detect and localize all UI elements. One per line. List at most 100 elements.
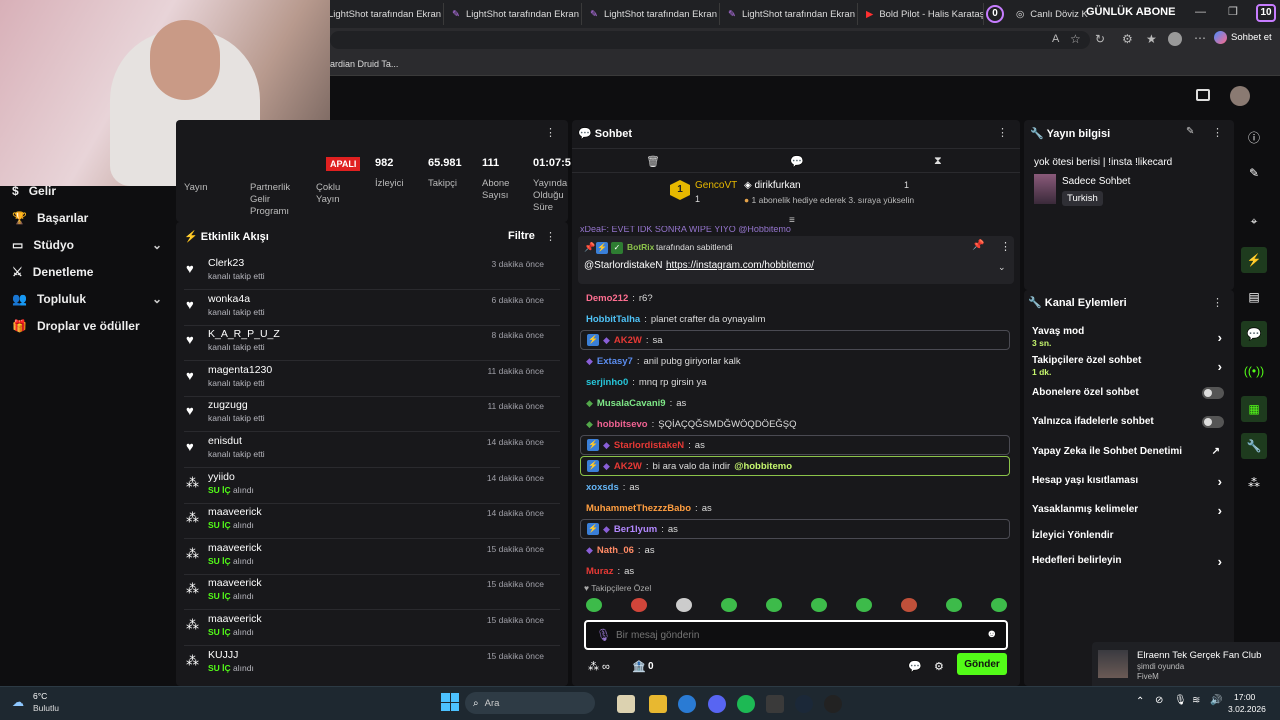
more-vertical-icon[interactable]: ⋮	[1000, 240, 1011, 253]
gear-icon[interactable]: ⚙	[934, 660, 944, 673]
sidebar-item-topluluk[interactable]: 👥 Topluluk ⌄	[12, 292, 162, 306]
channel-action-row[interactable]: Yalnızca ifadelerle sohbet	[1032, 416, 1224, 428]
read-aloud-icon[interactable]: A	[1052, 33, 1059, 45]
more-vertical-icon[interactable]: ⋮	[545, 126, 556, 139]
broadcast-icon[interactable]: ((•))	[1241, 358, 1267, 384]
discord-icon[interactable]	[708, 695, 726, 713]
activity-row[interactable]: ⁂ maaveerick SU İÇ alındı 15 dakika önce	[176, 574, 560, 611]
minimize-icon[interactable]: —	[1195, 6, 1206, 18]
chat-username[interactable]: serjinho0	[586, 377, 628, 388]
collapse-icon[interactable]: ≡	[789, 215, 795, 226]
sidebar-item-gelir[interactable]: $ Gelir	[12, 184, 162, 198]
file-explorer-icon[interactable]	[617, 695, 635, 713]
gifter-other[interactable]: ◈ dirikfurkan	[744, 180, 801, 191]
activity-username[interactable]: wonka4a	[208, 293, 250, 305]
url-field[interactable]	[330, 31, 1090, 49]
send-button[interactable]: Gönder	[957, 653, 1007, 675]
trash-icon[interactable]: 🗑	[646, 155, 660, 168]
bookmark-item[interactable]: ardian Druid Ta...	[330, 59, 398, 69]
activity-row[interactable]: ⁂ maaveerick SU İÇ alındı 15 dakika önce	[176, 610, 560, 646]
emote-icon[interactable]	[811, 598, 827, 612]
emote-icon[interactable]	[721, 598, 737, 612]
chat-message[interactable]: Demo212: r6?	[580, 288, 1010, 308]
activity-username[interactable]: maaveerick	[208, 506, 262, 518]
chat-message[interactable]: ◆ Nath_06: as	[580, 540, 1010, 560]
toggle-switch[interactable]	[1202, 387, 1224, 399]
star-icon[interactable]: ☆	[1070, 32, 1081, 46]
emote-icon[interactable]	[991, 598, 1007, 612]
network-icon[interactable]: ⊘	[1155, 695, 1163, 706]
emote-icon[interactable]	[856, 598, 872, 612]
chat-username[interactable]: Nath_06	[597, 545, 634, 556]
folder-icon[interactable]	[649, 695, 667, 713]
activity-username[interactable]: magenta1230	[208, 364, 272, 376]
clock-time[interactable]: 17:00	[1234, 692, 1255, 702]
category-thumbnail[interactable]	[1034, 174, 1056, 204]
channel-action-row[interactable]: İzleyici Yönlendir	[1032, 530, 1224, 541]
refresh-icon[interactable]: ↻	[1095, 32, 1105, 46]
chat-message[interactable]: ⚡ ◆ Ber1lyum: as	[580, 519, 1010, 539]
sidebar-item-droplar[interactable]: 🎁 Droplar ve ödüller	[12, 319, 162, 333]
edit-icon[interactable]: ✎	[1186, 126, 1194, 137]
emote-icon[interactable]	[676, 598, 692, 612]
activity-username[interactable]: maaveerick	[208, 613, 262, 625]
bolt-icon[interactable]: ⚡	[1241, 247, 1267, 273]
channel-action-row[interactable]: Abonelere özel sohbet	[1032, 387, 1224, 399]
focus-icon[interactable]: ⌖	[1241, 208, 1267, 234]
taskbar-search[interactable]: ⌕ Ara	[465, 692, 595, 714]
chat-message[interactable]: ◆ Extasy7: anil pubg giriyorlar kalk	[580, 351, 1010, 371]
chat-username[interactable]: MuhammetThezzzBabo	[586, 503, 691, 514]
activity-row[interactable]: ♥ Clerk23 kanalı takip etti 3 dakika önc…	[176, 254, 560, 290]
channel-points-icon[interactable]: ⁂ ∞	[588, 660, 610, 673]
channel-action-row[interactable]: Hesap yaşı kısıtlaması ›	[1032, 474, 1224, 489]
chat-username[interactable]: AK2W	[614, 461, 642, 472]
chevron-up-icon[interactable]: ⌃	[1136, 696, 1144, 707]
browser-tab[interactable]: ◎ Canlı Döviz Kurları	[1008, 3, 1088, 25]
channel-action-row[interactable]: Yavaş mod 3 sn. ›	[1032, 326, 1224, 348]
browser-tab[interactable]: LightShot tarafından Ekran G✕	[320, 3, 444, 25]
emote-icon[interactable]	[631, 598, 647, 612]
sidebar-item-basarilar[interactable]: 🏆 Başarılar	[12, 211, 162, 225]
windows-start-icon[interactable]	[441, 693, 459, 711]
activity-username[interactable]: maaveerick	[208, 577, 262, 589]
game-notification[interactable]: Elraenn Tek Gerçek Fan Club şimdi oyunda…	[1092, 642, 1280, 686]
chat-message[interactable]: serjinho0: mnq rp girsin ya	[580, 372, 1010, 392]
emote-icon[interactable]	[766, 598, 782, 612]
more-vertical-icon[interactable]: ⋮	[1212, 126, 1223, 139]
clock-date[interactable]: 3.02.2026	[1228, 704, 1266, 714]
chat-message[interactable]: ⚡ ◆ AK2W: sa	[580, 330, 1010, 350]
chat-settings-bubble-icon[interactable]: 💬	[908, 660, 922, 673]
chat-message[interactable]: ◆ MusalaCavani9: as	[580, 393, 1010, 413]
pinned-link[interactable]: https://instagram.com/hobbitemo/	[666, 260, 814, 271]
activity-row[interactable]: ⁂ KUJJJ SU İÇ alındı 15 dakika önce	[176, 646, 556, 682]
steam-icon[interactable]	[795, 695, 813, 713]
channel-action-row[interactable]: Takipçilere özel sohbet 1 dk. ›	[1032, 355, 1224, 377]
browser-tab[interactable]: ✎LightShot tarafından Ekran G✕	[444, 3, 582, 25]
channel-action-row[interactable]: Yasaklanmış kelimeler ›	[1032, 503, 1224, 518]
info-icon[interactable]: ⓘ	[1241, 124, 1267, 150]
toggle-switch[interactable]	[1202, 416, 1224, 428]
microphone-icon[interactable]: 🎙	[1174, 695, 1187, 706]
vault-icon[interactable]: 🏦	[632, 660, 646, 673]
emoji-icon[interactable]: ☻	[986, 628, 998, 640]
copilot-button[interactable]: Sohbet et	[1214, 31, 1272, 44]
activity-row[interactable]: ♥ wonka4a kanalı takip etti 6 dakika önc…	[176, 290, 560, 326]
extensions-icon[interactable]: ⚙	[1122, 32, 1133, 46]
activity-username[interactable]: enisdut	[208, 435, 242, 447]
chat-message[interactable]: HobbitTalha: planet crafter da oynayalım	[580, 309, 1010, 329]
restore-icon[interactable]: ❐	[1228, 5, 1238, 18]
kick-icon[interactable]	[1196, 89, 1210, 101]
chat-username[interactable]: StarlordistakeN	[614, 440, 684, 451]
chat-message[interactable]: ⚡ ◆ AK2W: bi ara valo da indir @hobbitemo	[580, 456, 1010, 476]
chat-message[interactable]: xoxsds: as	[580, 477, 1010, 497]
activity-username[interactable]: Clerk23	[208, 257, 244, 269]
activity-row[interactable]: ⁂ maaveerick SU İÇ alındı 15 dakika önce	[176, 539, 560, 575]
user-avatar[interactable]	[1230, 86, 1250, 106]
terminal-icon[interactable]	[766, 695, 784, 713]
activity-username[interactable]: K_A_R_P_U_Z	[208, 328, 280, 340]
chat-username[interactable]: HobbitTalha	[586, 314, 640, 325]
activity-row[interactable]: ⁂ maaveerick SU İÇ alındı 14 dakika önce	[176, 503, 560, 540]
sidebar-item-studyo[interactable]: ▭ Stüdyo ⌄	[12, 238, 162, 252]
profile-avatar[interactable]	[1168, 32, 1182, 46]
chat-bubble-icon[interactable]: 💬	[1241, 321, 1267, 347]
